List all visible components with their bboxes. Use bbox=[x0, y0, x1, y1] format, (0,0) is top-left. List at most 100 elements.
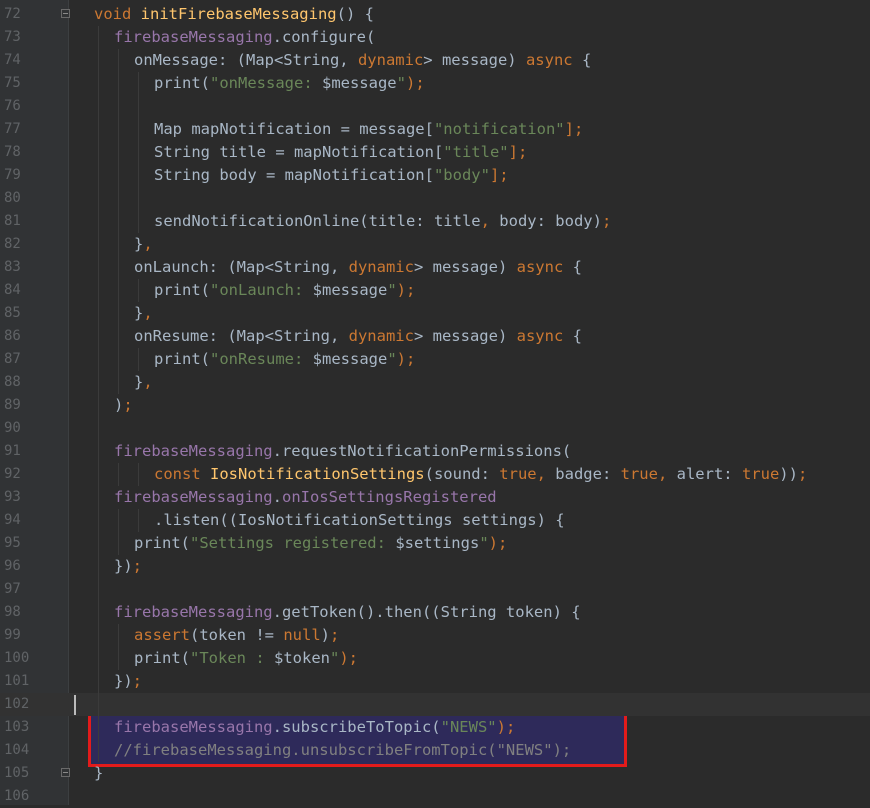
code-line[interactable]: 102 bbox=[0, 693, 870, 716]
code-text[interactable]: firebaseMessaging.subscribeToTopic("NEWS… bbox=[114, 716, 515, 739]
code-text[interactable]: onMessage: (Map<String, dynamic> message… bbox=[134, 49, 591, 72]
code-line[interactable]: 100 print("Token : $token"); bbox=[0, 647, 870, 670]
code-text[interactable]: print("onResume: $message"); bbox=[154, 348, 415, 371]
code-line[interactable]: 94 .listen((IosNotificationSettings setti… bbox=[0, 509, 870, 532]
code-text[interactable]: ); bbox=[114, 394, 133, 417]
code-text[interactable]: onLaunch: (Map<String, dynamic> message)… bbox=[134, 256, 582, 279]
code-token: $token bbox=[274, 649, 330, 667]
code-token: print( bbox=[154, 74, 210, 92]
code-line[interactable]: 103 firebaseMessaging.subscribeToTopic("N… bbox=[0, 716, 870, 739]
indent-guide bbox=[98, 532, 99, 555]
code-text[interactable]: firebaseMessaging.getToken().then((Strin… bbox=[114, 601, 581, 624]
code-token: } bbox=[134, 304, 144, 322]
indent-guide bbox=[118, 210, 119, 233]
code-line[interactable]: 76 bbox=[0, 95, 870, 118]
code-text[interactable]: } bbox=[94, 762, 103, 785]
code-token: $settings bbox=[395, 534, 480, 552]
code-line[interactable]: 85}, bbox=[0, 302, 870, 325]
code-token: true bbox=[499, 465, 537, 483]
code-line[interactable]: 99 assert(token != null); bbox=[0, 624, 870, 647]
code-text[interactable]: }, bbox=[134, 371, 153, 394]
indent-guide bbox=[118, 118, 119, 141]
code-token: dynamic bbox=[348, 258, 414, 276]
code-text[interactable]: .listen((IosNotificationSettings setting… bbox=[154, 509, 565, 532]
indent-guide bbox=[98, 417, 99, 440]
code-token: ); bbox=[488, 534, 508, 552]
code-line[interactable]: 78 String title = mapNotification["title"… bbox=[0, 141, 870, 164]
code-line[interactable]: 82}, bbox=[0, 233, 870, 256]
code-line[interactable]: 91 firebaseMessaging.requestNotificationP… bbox=[0, 440, 870, 463]
line-number: 84 bbox=[4, 282, 21, 298]
code-text[interactable]: print("onMessage: $message"); bbox=[154, 72, 425, 95]
code-line[interactable]: 92 const IosNotificationSettings(sound: t… bbox=[0, 463, 870, 486]
code-token: (sound: bbox=[424, 465, 500, 483]
code-text[interactable]: firebaseMessaging.configure( bbox=[114, 26, 375, 49]
indent-guide bbox=[98, 670, 99, 693]
code-token: } bbox=[94, 764, 104, 782]
line-number: 93 bbox=[4, 489, 21, 505]
code-text[interactable]: String body = mapNotification["body"]; bbox=[154, 164, 509, 187]
code-token: ; bbox=[132, 672, 143, 690]
code-text[interactable]: sendNotificationOnline(title: title, bod… bbox=[154, 210, 611, 233]
code-text[interactable]: assert(token != null); bbox=[134, 624, 339, 647]
code-text[interactable]: firebaseMessaging.onIosSettingsRegistere… bbox=[114, 486, 497, 509]
code-line[interactable]: 84 print("onLaunch: $message"); bbox=[0, 279, 870, 302]
indent-guide bbox=[118, 302, 119, 325]
indent-guide bbox=[98, 210, 99, 233]
fold-toggle-icon[interactable] bbox=[61, 9, 70, 18]
code-line[interactable]: 73 firebaseMessaging.configure( bbox=[0, 26, 870, 49]
code-line[interactable]: 77 Map mapNotification = message["notific… bbox=[0, 118, 870, 141]
code-line[interactable]: 96}); bbox=[0, 555, 870, 578]
code-token: { bbox=[563, 327, 582, 345]
code-line[interactable]: 88}, bbox=[0, 371, 870, 394]
code-line[interactable]: 97 bbox=[0, 578, 870, 601]
code-text[interactable]: void initFirebaseMessaging() { bbox=[94, 3, 374, 26]
code-line[interactable]: 89); bbox=[0, 394, 870, 417]
code-line[interactable]: 87 print("onResume: $message"); bbox=[0, 348, 870, 371]
code-line[interactable]: 79 String body = mapNotification["body"]; bbox=[0, 164, 870, 187]
indent-guide bbox=[118, 187, 119, 210]
code-text[interactable]: onResume: (Map<String, dynamic> message)… bbox=[134, 325, 582, 348]
code-line[interactable]: 93 firebaseMessaging.onIosSettingsRegiste… bbox=[0, 486, 870, 509]
code-text[interactable]: print("Settings registered: $settings"); bbox=[134, 532, 507, 555]
code-line[interactable]: 95 print("Settings registered: $settings"… bbox=[0, 532, 870, 555]
code-line[interactable]: 90 bbox=[0, 417, 870, 440]
code-token: onResume: (Map<String, bbox=[134, 327, 349, 345]
code-text[interactable]: //firebaseMessaging.unsubscribeFromTopic… bbox=[114, 739, 571, 762]
code-text[interactable]: String title = mapNotification["title"]; bbox=[154, 141, 527, 164]
code-text[interactable]: }); bbox=[114, 670, 142, 693]
code-text[interactable]: }, bbox=[134, 233, 153, 256]
indent-guide bbox=[118, 371, 119, 394]
code-text[interactable]: Map mapNotification = message["notificat… bbox=[154, 118, 583, 141]
code-text[interactable]: const IosNotificationSettings(sound: tru… bbox=[154, 463, 807, 486]
code-token: " bbox=[387, 350, 397, 368]
fold-toggle-icon[interactable] bbox=[61, 768, 70, 777]
code-text[interactable]: print("Token : $token"); bbox=[134, 647, 358, 670]
code-line[interactable]: 104 //firebaseMessaging.unsubscribeFromTo… bbox=[0, 739, 870, 762]
code-line[interactable]: 72 void initFirebaseMessaging() { bbox=[0, 3, 870, 26]
code-token: onMessage: (Map<String, bbox=[134, 51, 358, 69]
code-line[interactable]: 81 sendNotificationOnline(title: title, b… bbox=[0, 210, 870, 233]
indent-guide bbox=[138, 509, 139, 532]
code-line[interactable]: 86 onResume: (Map<String, dynamic> messag… bbox=[0, 325, 870, 348]
code-token: assert bbox=[134, 626, 190, 644]
code-line[interactable]: 101}); bbox=[0, 670, 870, 693]
code-text[interactable]: print("onLaunch: $message"); bbox=[154, 279, 415, 302]
code-token: "Token : bbox=[190, 649, 274, 667]
code-token: ; bbox=[123, 396, 133, 414]
line-number: 77 bbox=[4, 121, 21, 137]
code-line[interactable]: 80 bbox=[0, 187, 870, 210]
code-text[interactable]: firebaseMessaging.requestNotificationPer… bbox=[114, 440, 571, 463]
code-line[interactable]: 75 print("onMessage: $message"); bbox=[0, 72, 870, 95]
indent-guide bbox=[98, 325, 99, 348]
code-line[interactable]: 98 firebaseMessaging.getToken().then((Str… bbox=[0, 601, 870, 624]
code-text[interactable]: }); bbox=[114, 555, 142, 578]
code-token: async bbox=[516, 327, 564, 345]
code-line[interactable]: 74 onMessage: (Map<String, dynamic> messa… bbox=[0, 49, 870, 72]
code-editor[interactable]: 72 void initFirebaseMessaging() {73 fireba… bbox=[0, 0, 870, 805]
code-token: } bbox=[134, 235, 144, 253]
code-token: ; bbox=[330, 626, 340, 644]
code-line[interactable]: 83 onLaunch: (Map<String, dynamic> messag… bbox=[0, 256, 870, 279]
code-text[interactable]: }, bbox=[134, 302, 153, 325]
code-line[interactable]: 105} bbox=[0, 762, 870, 785]
